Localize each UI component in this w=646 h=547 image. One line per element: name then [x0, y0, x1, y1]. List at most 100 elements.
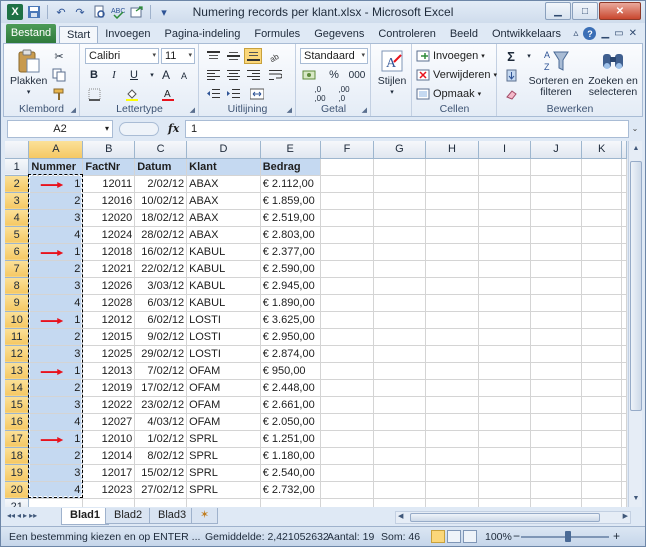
- tab-controleren[interactable]: Controleren: [371, 26, 442, 44]
- format-cells-button[interactable]: Opmaak ▾: [416, 86, 481, 102]
- cell[interactable]: 12018: [82, 243, 136, 261]
- cell[interactable]: [478, 345, 531, 363]
- close-button[interactable]: ✕: [599, 2, 641, 20]
- cell[interactable]: [581, 345, 622, 363]
- row-header[interactable]: 10: [5, 311, 30, 329]
- cell[interactable]: [478, 260, 531, 278]
- column-header-i[interactable]: I: [478, 141, 531, 159]
- cut-icon[interactable]: ✂: [50, 48, 68, 64]
- cell[interactable]: SPRL: [186, 481, 261, 499]
- border-icon[interactable]: [85, 86, 103, 102]
- underline-button[interactable]: U: [125, 67, 143, 83]
- cell[interactable]: KABUL: [186, 260, 261, 278]
- cell[interactable]: [581, 498, 622, 507]
- column-header-e[interactable]: E: [260, 141, 321, 159]
- first-sheet-icon[interactable]: ◂◂: [7, 511, 15, 520]
- cell[interactable]: OFAM: [186, 379, 261, 397]
- cell[interactable]: OFAM: [186, 396, 261, 414]
- cell[interactable]: [621, 498, 627, 507]
- cell[interactable]: 12023: [82, 481, 136, 499]
- cell[interactable]: [478, 175, 531, 193]
- cell[interactable]: 12014: [82, 447, 136, 465]
- decrease-decimal-icon[interactable]: ,00,0: [335, 85, 353, 103]
- cell[interactable]: [260, 498, 321, 507]
- cell[interactable]: [320, 413, 375, 431]
- cell[interactable]: [478, 430, 531, 448]
- column-header-k[interactable]: K: [581, 141, 622, 159]
- cell[interactable]: [373, 226, 426, 244]
- cell[interactable]: € 950,00: [260, 362, 321, 380]
- cell[interactable]: 1: [28, 311, 84, 329]
- minimize-ribbon-icon[interactable]: ▵: [573, 28, 578, 39]
- cell[interactable]: [320, 226, 375, 244]
- row-header[interactable]: 11: [5, 328, 30, 346]
- cell[interactable]: [425, 277, 480, 295]
- row-header[interactable]: 21: [5, 498, 30, 507]
- cell[interactable]: [621, 328, 627, 346]
- cell[interactable]: [373, 158, 426, 176]
- cell[interactable]: [320, 311, 375, 329]
- cell[interactable]: [425, 447, 480, 465]
- cell[interactable]: 4/03/12: [134, 413, 188, 431]
- cell[interactable]: [373, 328, 426, 346]
- cell[interactable]: [530, 413, 583, 431]
- font-name-select[interactable]: Calibri ▾: [85, 48, 159, 64]
- cell[interactable]: 23/02/12: [134, 396, 188, 414]
- cell[interactable]: [478, 294, 531, 312]
- cell[interactable]: € 2.050,00: [260, 413, 321, 431]
- cell[interactable]: [530, 158, 583, 176]
- cell[interactable]: [581, 226, 622, 244]
- copy-icon[interactable]: [50, 67, 68, 83]
- scroll-right-icon[interactable]: ▶: [623, 512, 628, 520]
- row-header[interactable]: 5: [5, 226, 30, 244]
- cell[interactable]: [28, 498, 84, 507]
- cell[interactable]: [320, 175, 375, 193]
- cell[interactable]: [621, 396, 627, 414]
- cell[interactable]: [478, 158, 531, 176]
- cell[interactable]: [581, 481, 622, 499]
- cell[interactable]: 12013: [82, 362, 136, 380]
- cell[interactable]: [621, 464, 627, 482]
- cell[interactable]: [425, 379, 480, 397]
- cell[interactable]: [621, 481, 627, 499]
- cell[interactable]: [530, 209, 583, 227]
- zoom-level[interactable]: 100%: [485, 531, 512, 543]
- cell[interactable]: [581, 396, 622, 414]
- cell[interactable]: 6/02/12: [134, 311, 188, 329]
- cell[interactable]: [478, 192, 531, 210]
- maximize-button[interactable]: □: [572, 2, 598, 20]
- merge-center-icon[interactable]: [248, 86, 266, 102]
- cell[interactable]: 12021: [82, 260, 136, 278]
- cell[interactable]: [320, 158, 375, 176]
- cell[interactable]: 1/02/12: [134, 430, 188, 448]
- shrink-font-button[interactable]: A: [175, 68, 193, 84]
- cell[interactable]: Nummer: [28, 158, 84, 176]
- tab-invoegen[interactable]: Invoegen: [98, 26, 157, 44]
- cell[interactable]: [373, 277, 426, 295]
- cell[interactable]: [581, 277, 622, 295]
- cell[interactable]: 2: [28, 260, 84, 278]
- cell[interactable]: 4: [28, 226, 84, 244]
- cell[interactable]: [581, 175, 622, 193]
- clear-icon[interactable]: [502, 86, 520, 102]
- cell[interactable]: [530, 362, 583, 380]
- zoom-slider[interactable]: [521, 531, 609, 542]
- cell[interactable]: [581, 158, 622, 176]
- cell[interactable]: FactNr: [82, 158, 136, 176]
- cell[interactable]: [320, 362, 375, 380]
- column-header-b[interactable]: B: [82, 141, 136, 159]
- align-center-icon[interactable]: [224, 67, 242, 83]
- scroll-left-icon[interactable]: ◀: [398, 512, 403, 520]
- align-top-icon[interactable]: [204, 48, 222, 64]
- cell[interactable]: [478, 328, 531, 346]
- grow-font-button[interactable]: A: [157, 67, 175, 83]
- font-color-icon[interactable]: A: [159, 86, 177, 102]
- cell[interactable]: 2/02/12: [134, 175, 188, 193]
- cell[interactable]: 12027: [82, 413, 136, 431]
- name-box[interactable]: A2 ▾: [7, 120, 113, 138]
- row-header[interactable]: 18: [5, 447, 30, 465]
- cell[interactable]: ABAX: [186, 192, 261, 210]
- cell[interactable]: 16/02/12: [134, 243, 188, 261]
- cell[interactable]: LOSTI: [186, 311, 261, 329]
- cell[interactable]: 6/03/12: [134, 294, 188, 312]
